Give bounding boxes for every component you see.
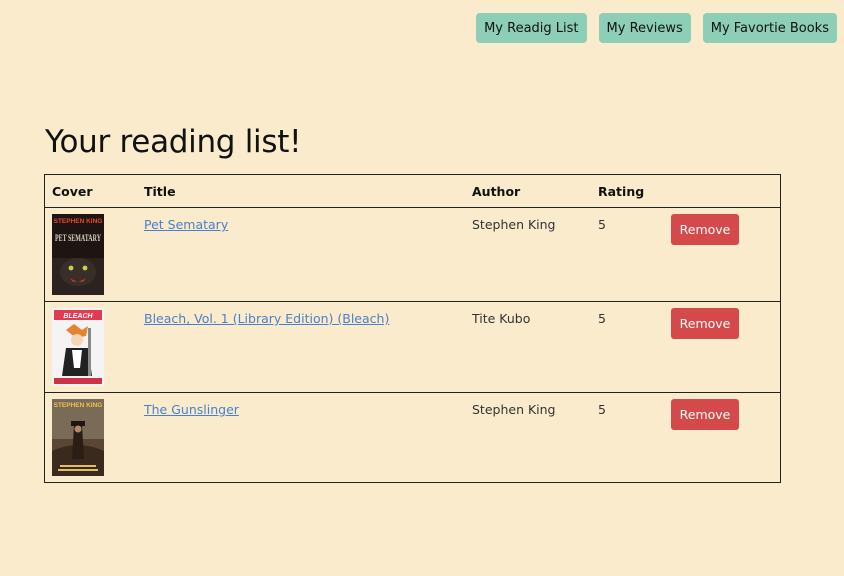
actions-column-header (664, 174, 781, 208)
title-cell: The Gunslinger (137, 392, 465, 483)
actions-cell: Remove (664, 207, 781, 302)
author-cell: Stephen King (465, 207, 591, 302)
author-cell: Stephen King (465, 392, 591, 483)
page-title: Your reading list! (45, 124, 302, 160)
book-cover-pet-sematary: STEPHEN KING PET SEMATARY (52, 214, 104, 295)
svg-text:STEPHEN KING: STEPHEN KING (54, 218, 103, 225)
author-cell: Tite Kubo (465, 301, 591, 393)
my-favorite-books-button[interactable]: My Favortie Books (702, 13, 837, 43)
book-cover-bleach: BLEACH (52, 308, 104, 386)
remove-button[interactable]: Remove (671, 399, 739, 430)
book-cover-the-gunslinger: STEPHEN KING (52, 399, 104, 476)
cover-cell: BLEACH (44, 301, 137, 393)
book-title-link[interactable]: Pet Sematary (144, 217, 228, 232)
my-reviews-button[interactable]: My Reviews (598, 13, 691, 43)
rating-cell: 5 (591, 392, 664, 483)
actions-cell: Remove (664, 301, 781, 393)
actions-cell: Remove (664, 392, 781, 483)
table-row: BLEACH Bleach, Vol. 1 (Library Edition) … (44, 301, 781, 393)
top-nav: My Readig List My Reviews My Favortie Bo… (476, 13, 837, 43)
svg-text:PET SEMATARY: PET SEMATARY (55, 233, 101, 243)
remove-button[interactable]: Remove (671, 214, 739, 245)
cover-column-header: Cover (44, 174, 137, 208)
title-cell: Bleach, Vol. 1 (Library Edition) (Bleach… (137, 301, 465, 393)
svg-text:STEPHEN KING: STEPHEN KING (54, 402, 103, 409)
remove-button[interactable]: Remove (671, 308, 739, 339)
rating-column-header: Rating (591, 174, 664, 208)
my-reading-list-button[interactable]: My Readig List (476, 13, 587, 43)
svg-text:BLEACH: BLEACH (63, 313, 93, 320)
cover-cell: STEPHEN KING (44, 392, 137, 483)
table-row: STEPHEN KING PET SEMATARY Pet Sematary S… (44, 207, 781, 302)
cover-cell: STEPHEN KING PET SEMATARY (44, 207, 137, 302)
reading-list-table: Cover Title Author Rating STEPHEN KING P… (44, 174, 781, 483)
table-header-row: Cover Title Author Rating (44, 174, 781, 208)
book-title-link[interactable]: The Gunslinger (144, 402, 239, 417)
book-title-link[interactable]: Bleach, Vol. 1 (Library Edition) (Bleach… (144, 311, 389, 326)
table-row: STEPHEN KING The Gunslinger Stephen King… (44, 392, 781, 483)
title-column-header: Title (137, 174, 465, 208)
author-column-header: Author (465, 174, 591, 208)
rating-cell: 5 (591, 301, 664, 393)
rating-cell: 5 (591, 207, 664, 302)
title-cell: Pet Sematary (137, 207, 465, 302)
